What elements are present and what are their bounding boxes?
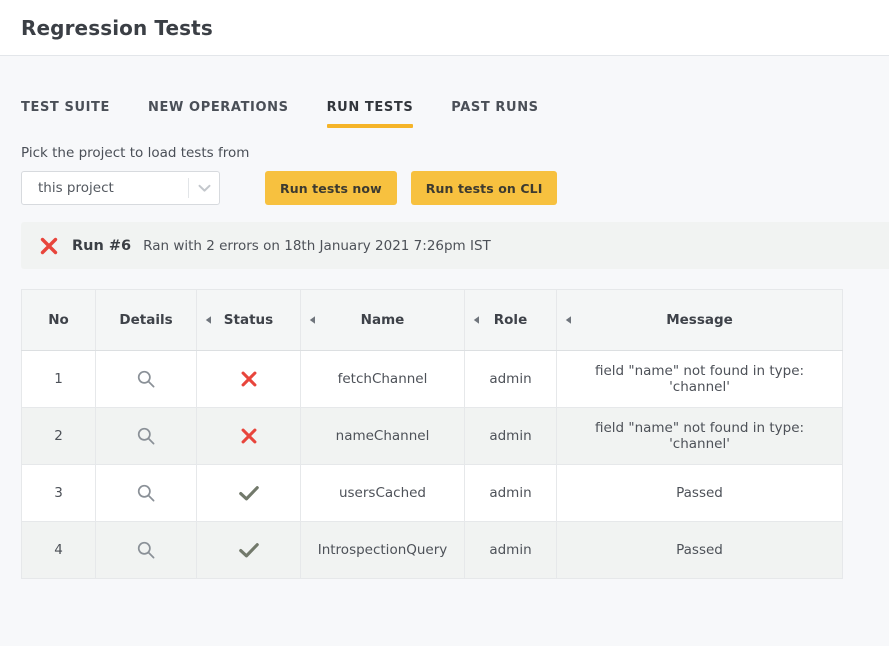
run-description: Ran with 2 errors on 18th January 2021 7… xyxy=(143,237,491,254)
column-header-no-label: No xyxy=(48,312,69,328)
cell-name: nameChannel xyxy=(300,407,465,465)
cell-message: Passed xyxy=(556,464,843,522)
column-header-message[interactable]: Message xyxy=(556,289,843,351)
table-body: 1 fetchChannel admin field "name" not fo… xyxy=(21,350,843,579)
run-tests-cli-button[interactable]: Run tests on CLI xyxy=(410,171,558,205)
cell-name: usersCached xyxy=(300,464,465,522)
table-row: 1 fetchChannel admin field "name" not fo… xyxy=(21,350,843,408)
sort-caret-left-icon[interactable] xyxy=(473,316,480,325)
page-title: Regression Tests xyxy=(21,15,213,40)
cell-name: fetchChannel xyxy=(300,350,465,408)
column-header-role[interactable]: Role xyxy=(464,289,557,351)
tab-past-runs[interactable]: PAST RUNS xyxy=(451,100,538,128)
check-mark-icon xyxy=(205,483,292,503)
cell-no: 2 xyxy=(21,407,96,465)
sort-caret-left-icon[interactable] xyxy=(309,316,316,325)
column-header-details-label: Details xyxy=(119,312,173,328)
cell-status xyxy=(196,464,301,522)
column-header-details: Details xyxy=(95,289,197,351)
project-picker-label: Pick the project to load tests from xyxy=(21,145,250,161)
cell-no: 1 xyxy=(21,350,96,408)
tab-test-suite[interactable]: TEST SUITE xyxy=(21,100,110,128)
column-header-message-label: Message xyxy=(666,312,733,328)
column-header-role-label: Role xyxy=(493,312,528,328)
cell-details[interactable] xyxy=(95,464,197,522)
run-tests-now-button[interactable]: Run tests now xyxy=(265,171,397,205)
column-header-name[interactable]: Name xyxy=(300,289,465,351)
sort-caret-left-icon[interactable] xyxy=(565,316,572,325)
regression-tests-page: Regression Tests TEST SUITE NEW OPERATIO… xyxy=(0,0,889,646)
cell-status xyxy=(196,350,301,408)
x-mark-icon xyxy=(205,426,292,446)
column-header-no: No xyxy=(21,289,96,351)
project-select-value: this project xyxy=(38,180,114,196)
cell-role: admin xyxy=(464,407,557,465)
table-row: 2 nameChannel admin field "name" not fou… xyxy=(21,407,843,465)
cell-details[interactable] xyxy=(95,350,197,408)
results-table-wrapper: No Details Status Name Role Message 1 fe… xyxy=(21,289,843,579)
tab-new-operations[interactable]: NEW OPERATIONS xyxy=(148,100,289,128)
run-summary-banner: Run #6 Ran with 2 errors on 18th January… xyxy=(21,222,889,269)
run-id-label: Run #6 xyxy=(72,237,132,254)
cell-details[interactable] xyxy=(95,407,197,465)
x-mark-icon xyxy=(38,235,60,257)
column-header-status[interactable]: Status xyxy=(196,289,301,351)
search-icon[interactable] xyxy=(104,426,188,446)
check-mark-icon xyxy=(205,540,292,560)
column-header-name-label: Name xyxy=(360,312,405,328)
cell-message: field "name" not found in type: 'channel… xyxy=(556,407,843,465)
cell-name: IntrospectionQuery xyxy=(300,521,465,579)
picker-row: this project Run tests now Run tests on … xyxy=(0,161,889,205)
column-header-status-label: Status xyxy=(223,312,274,328)
app-header: Regression Tests xyxy=(0,0,889,56)
cell-details[interactable] xyxy=(95,521,197,579)
cell-status xyxy=(196,521,301,579)
cell-message: field "name" not found in type: 'channel… xyxy=(556,350,843,408)
cell-role: admin xyxy=(464,464,557,522)
search-icon[interactable] xyxy=(104,483,188,503)
search-icon[interactable] xyxy=(104,540,188,560)
project-select[interactable]: this project xyxy=(21,171,220,205)
table-header-row: No Details Status Name Role Message xyxy=(21,289,843,351)
results-table: No Details Status Name Role Message 1 fe… xyxy=(21,289,843,579)
tab-run-tests[interactable]: RUN TESTS xyxy=(326,100,414,128)
cell-message: Passed xyxy=(556,521,843,579)
chevron-down-icon[interactable] xyxy=(189,184,219,193)
x-mark-icon xyxy=(205,369,292,389)
table-head: No Details Status Name Role Message xyxy=(21,289,843,351)
cell-role: admin xyxy=(464,521,557,579)
cell-no: 4 xyxy=(21,521,96,579)
table-row: 4 IntrospectionQuery admin Passed xyxy=(21,521,843,579)
search-icon[interactable] xyxy=(104,369,188,389)
sort-caret-left-icon[interactable] xyxy=(205,316,212,325)
tab-bar: TEST SUITE NEW OPERATIONS RUN TESTS PAST… xyxy=(0,56,889,128)
table-row: 3 usersCached admin Passed xyxy=(21,464,843,522)
cell-role: admin xyxy=(464,350,557,408)
cell-status xyxy=(196,407,301,465)
cell-no: 3 xyxy=(21,464,96,522)
